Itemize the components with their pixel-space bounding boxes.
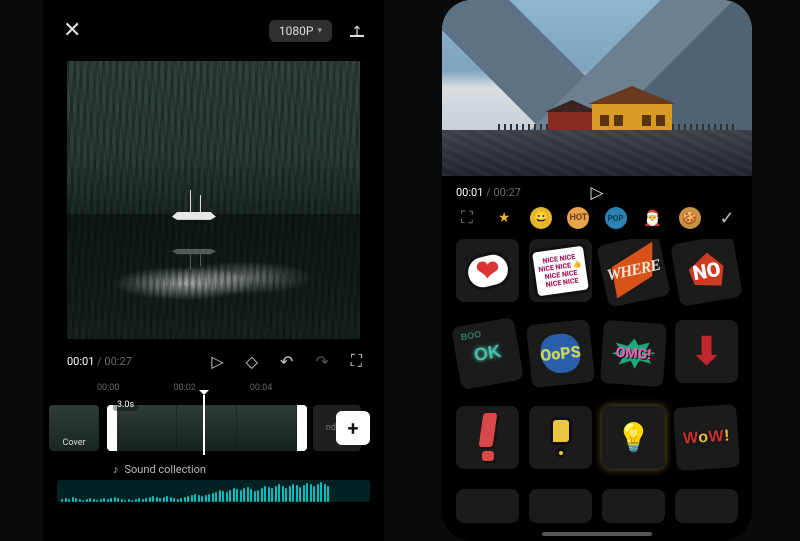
transport-bar: 00:01 / 00:27 ▷ [442,176,752,207]
sticker-glyph: ❤ [476,254,499,287]
sticker-shape [481,413,495,461]
transport-icons: ▷ ◇ ↶ ↷ ⛶ [211,351,360,371]
play-icon[interactable]: ▷ [590,183,603,203]
audio-waveform[interactable] [57,480,370,502]
preview-boat-graphic [166,194,226,234]
time-total: 00:27 [104,355,131,368]
time-current: 00:01 [67,355,94,368]
sticker-lightbulb[interactable]: 💡 [602,406,665,469]
cover-label: Cover [62,438,85,448]
sticker-where[interactable]: WHERE [596,239,671,308]
clip-frame[interactable] [237,405,297,451]
ruler-tick: 00:04 [250,383,272,393]
sticker-nice[interactable]: NICE NICE NICE NICE 👍 NICE NICE NICE NIC… [529,239,592,302]
redo-icon[interactable]: ↷ [315,352,328,371]
preview-yellow-cabin-graphic [592,86,672,134]
sticker-partial[interactable] [602,489,665,523]
category-food-icon[interactable]: 🍪 [679,207,701,229]
preview-area[interactable] [442,0,752,176]
sticker-text: WHERE [605,256,661,285]
sticker-partial[interactable] [456,489,519,523]
clip-handle-right[interactable] [297,405,307,451]
sticker-picker-screen: 00:01 / 00:27 ▷ ⛶ ★ 😀 HOT POP 🎅 🍪 ✓ ❤ NI… [442,0,752,541]
close-icon[interactable]: ✕ [63,18,81,43]
sticker-text: NICE NICE NICE NICE 👍 NICE NICE NICE NIC… [532,245,589,296]
sticker-text: WoW! [682,426,730,447]
sticker-no[interactable]: NO [670,239,743,307]
sticker-category-tabs: ⛶ ★ 😀 HOT POP 🎅 🍪 ✓ [442,207,752,239]
plus-icon: + [348,416,359,440]
clip-duration-badge: 3.0s [113,399,138,411]
editor-screen: ✕ 1080P ↥ 00:01 / 00:27 ▷ ◇ ↶ ↷ [43,0,384,541]
category-holiday-icon[interactable]: 🎅 [642,207,664,229]
undo-icon[interactable]: ↶ [280,352,293,371]
sticker-ok[interactable]: OK [451,317,524,390]
category-add-image-icon[interactable]: ⛶ [456,207,478,229]
sticker-text: OK [472,341,502,366]
clip-selected[interactable] [107,405,307,451]
sticker-arrow-down[interactable]: ⬇ [675,320,738,383]
top-bar: ✕ 1080P ↥ [43,0,384,51]
sticker-text: NO [691,256,723,284]
export-icon[interactable]: ↥ [350,24,364,37]
resolution-dropdown[interactable]: 1080P [269,20,332,42]
sticker-glyph: ⬇ [691,329,723,374]
category-hot-tab[interactable]: HOT [567,207,589,229]
home-indicator[interactable] [542,532,652,536]
fullscreen-icon[interactable]: ⛶ [351,351,360,371]
category-favorites-icon[interactable]: ★ [493,207,515,229]
preview-ground-graphic [442,130,752,176]
preview-area[interactable] [67,61,360,339]
play-icon[interactable]: ▷ [211,352,223,371]
sticker-glyph: 💡 [616,421,651,454]
sticker-text: OMG! [615,345,651,363]
sticker-oops[interactable]: OoPS [526,319,595,388]
transport-bar: 00:01 / 00:27 ▷ ◇ ↶ ↷ ⛶ [43,345,384,377]
clip-handle-left[interactable] [107,405,117,451]
top-bar-right: 1080P ↥ [269,20,364,42]
sticker-grid: ❤ NICE NICE NICE NICE 👍 NICE NICE NICE N… [442,239,752,541]
category-pop-tab[interactable]: POP [605,207,627,229]
clip-frame[interactable] [117,405,177,451]
time-total: 00:27 [493,186,520,199]
ruler-tick: 00:00 [97,383,119,393]
sticker-partial[interactable] [675,489,738,523]
sticker-question[interactable] [529,406,592,469]
sound-label: Sound collection [125,463,206,476]
music-note-icon: ♪ [113,463,119,476]
sticker-partial[interactable] [529,489,592,523]
timeline-ruler: 00:00 00:02 00:04 [43,377,384,395]
playhead[interactable] [203,395,205,455]
clip-frame[interactable] [177,405,237,451]
sticker-shape [550,417,572,458]
cover-thumb[interactable]: Cover [49,405,99,451]
resolution-label: 1080P [279,24,314,38]
time-display: 00:01 / 00:27 [456,186,521,199]
preview-red-cabin-graphic [548,100,596,134]
sticker-exclamation[interactable] [456,406,519,469]
timeline[interactable]: Cover 3.0s nding + [43,399,384,457]
confirm-icon[interactable]: ✓ [716,207,738,229]
keyframe-icon[interactable]: ◇ [246,352,258,371]
sticker-omg[interactable]: OMG! [600,320,667,387]
sticker-text: OoPS [539,342,581,365]
sound-track-row[interactable]: ♪ Sound collection [43,457,384,480]
sticker-heart[interactable]: ❤ [456,239,519,302]
category-emoji-icon[interactable]: 😀 [530,207,552,229]
preview-reflection-graphic [166,239,226,267]
sticker-wow[interactable]: WoW! [673,403,740,470]
ruler-tick: 00:02 [173,383,195,393]
time-current: 00:01 [456,186,483,199]
add-clip-button[interactable]: + [336,411,370,445]
time-display: 00:01 / 00:27 [67,355,132,368]
